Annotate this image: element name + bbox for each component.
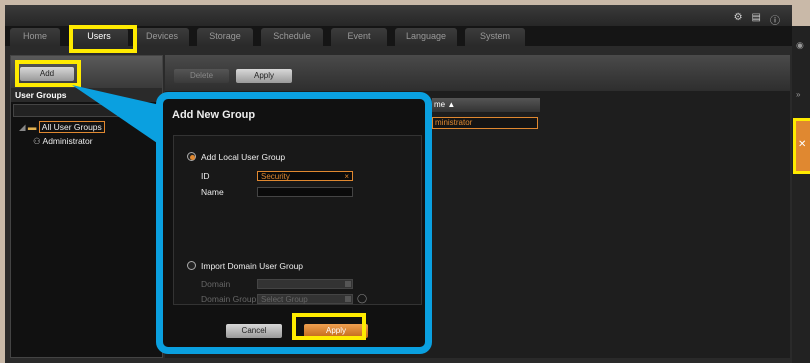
- id-label: ID: [201, 171, 210, 181]
- dialog-body: Add Local User Group ID Security × Name …: [173, 135, 422, 305]
- refresh-icon[interactable]: ◯: [357, 293, 367, 304]
- cancel-button[interactable]: Cancel: [226, 324, 282, 338]
- local-group-label: Add Local User Group: [201, 152, 286, 162]
- domain-select[interactable]: [257, 279, 353, 289]
- id-input[interactable]: Security ×: [257, 171, 353, 181]
- domain-label: Domain: [201, 279, 231, 289]
- apply-button-highlight: [292, 313, 366, 340]
- domain-group-radio[interactable]: [187, 261, 196, 270]
- name-input[interactable]: [257, 187, 353, 197]
- clear-icon[interactable]: ×: [344, 172, 349, 181]
- chevron-down-icon: [345, 281, 351, 287]
- dialog-title: Add New Group: [172, 109, 256, 121]
- domain-group-option-label: Import Domain User Group: [201, 261, 304, 271]
- domain-group-placeholder: Select Group: [261, 295, 308, 304]
- id-input-value: Security: [261, 172, 290, 181]
- domain-group-select[interactable]: Select Group: [257, 294, 353, 304]
- domain-group-label: Domain Group: [201, 294, 257, 304]
- chevron-down-icon: [345, 296, 351, 302]
- local-group-radio[interactable]: [187, 152, 196, 161]
- name-label: Name: [201, 187, 224, 197]
